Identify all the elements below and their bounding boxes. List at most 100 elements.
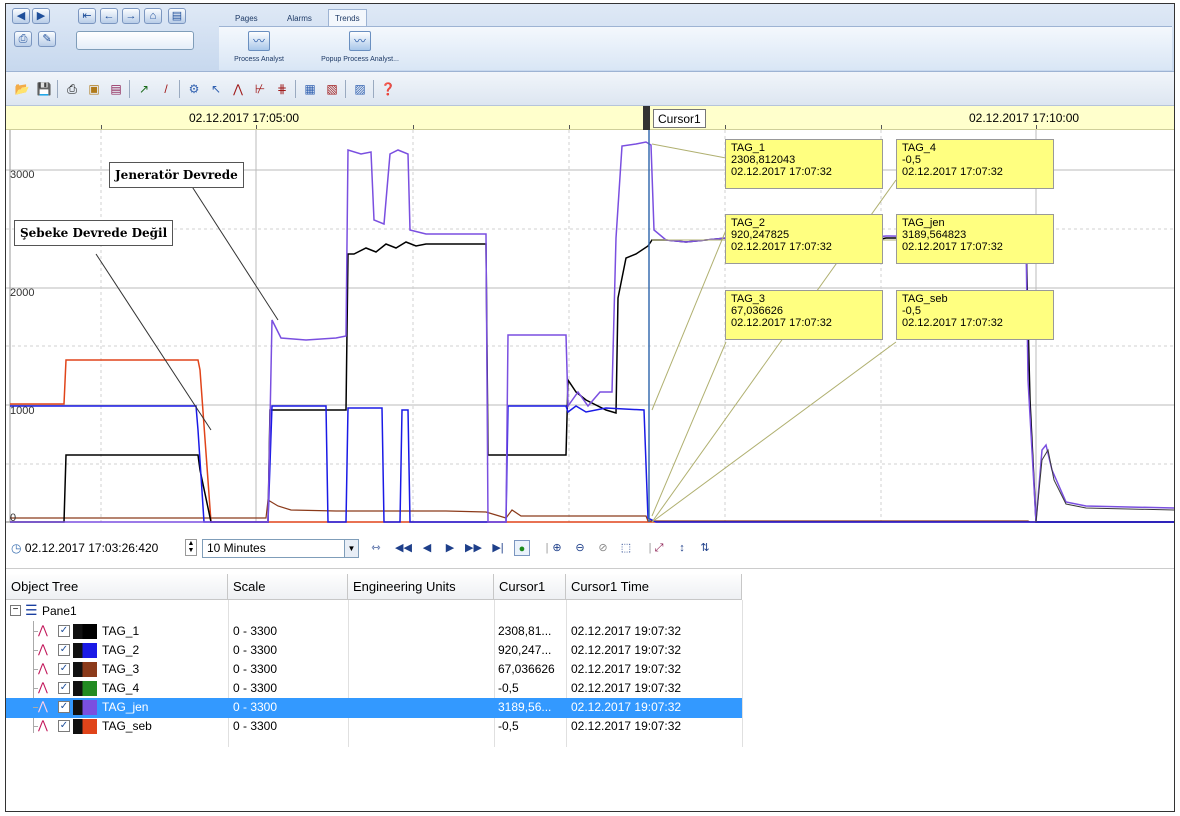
cursor-value-box-tag-1: TAG_1 2308,812043 02.12.2017 17:07:32 (725, 139, 883, 189)
step-backward-icon[interactable]: ◀ (419, 540, 435, 556)
table-row[interactable]: ⋀ ✓ TAG_seb 0 - 3300 -0,5 02.12.2017 19:07:32 (6, 717, 742, 737)
tab-trends[interactable]: Trends (328, 9, 367, 27)
remove-pen-icon[interactable]: / (157, 80, 175, 98)
step-forward-icon[interactable]: ▶ (442, 540, 458, 556)
start-time[interactable]: ◷ 02.12.2017 17:03:26:420 (11, 541, 158, 555)
column-header-engineering-units[interactable]: Engineering Units (348, 574, 494, 600)
tab-pages[interactable]: Pages (229, 12, 264, 25)
pen-scale: 0 - 3300 (233, 662, 278, 676)
pen-color-swatch[interactable] (73, 624, 97, 639)
autoscale-icon[interactable]: ⤢ (651, 540, 667, 556)
pane-add-icon[interactable]: ▦ (301, 80, 319, 98)
properties-icon[interactable]: ▨ (351, 80, 369, 98)
pen-cursor-icon[interactable]: ⊬ (251, 80, 269, 98)
vertical-scale-icon[interactable]: ↕ (674, 540, 690, 556)
pen-visible-checkbox[interactable]: ✓ (58, 682, 70, 694)
annotation-jenerator: Jeneratör Devrede (109, 162, 244, 188)
toolbar: 📂 💾 ⎙ ▣ ▤ ↗ / ⚙ ↖ ⋀ ⊬ ⋕ ▦ ▧ ▨ ❓ (6, 72, 1174, 106)
pen-select-icon[interactable]: ↖ (207, 80, 225, 98)
tree-connector (33, 707, 38, 708)
fast-forward-icon[interactable]: ▶▶ (465, 540, 482, 556)
time-span-select[interactable]: 10 Minutes ▼ (202, 539, 359, 558)
zoom-in-icon[interactable]: ⊕ (549, 540, 565, 556)
pen-cursor-value: 920,247... (498, 643, 552, 657)
pen-color-swatch[interactable] (73, 643, 97, 658)
table-row[interactable]: ⋀ ✓ TAG_2 0 - 3300 920,247... 02.12.2017 19:0… (6, 641, 742, 661)
pen-visible-checkbox[interactable]: ✓ (58, 701, 70, 713)
column-header-cursor1-time[interactable]: Cursor1 Time (566, 574, 742, 600)
pen-properties-icon[interactable]: ⚙ (185, 80, 203, 98)
pen-cursor-time: 02.12.2017 19:07:32 (571, 643, 682, 657)
open-icon[interactable]: 📂 (13, 80, 31, 98)
annotation-jenerator-text: Jeneratör Devrede (115, 168, 238, 182)
home-icon[interactable]: ⌂ (144, 8, 162, 24)
export-icon[interactable]: ▤ (107, 80, 125, 98)
zoom-reset-icon[interactable]: ⊘ (595, 540, 611, 556)
pen-stack-icon[interactable]: ⋀ (229, 80, 247, 98)
print-icon[interactable]: ⎙ (63, 80, 81, 98)
go-to-end-icon[interactable]: ▶| (490, 540, 506, 556)
pen-align-icon[interactable]: ⋕ (273, 80, 291, 98)
cursor-box-time: 02.12.2017 17:07:32 (731, 166, 832, 178)
pen-color-swatch[interactable] (73, 700, 97, 715)
copy-icon[interactable]: ▣ (85, 80, 103, 98)
column-header-cursor1[interactable]: Cursor1 (494, 574, 566, 600)
fast-backward-icon[interactable]: ◀◀ (395, 540, 412, 556)
cursor-handle[interactable] (643, 106, 650, 130)
pen-cursor-value: 67,036626 (498, 662, 555, 676)
login-icon[interactable]: ✎ (38, 31, 56, 47)
cursor-box-time: 02.12.2017 17:07:32 (902, 317, 1003, 329)
pane-label: Pane1 (42, 604, 77, 618)
start-time-spinner[interactable]: ▲ ▼ (185, 539, 197, 556)
cursor-value-box-tag-4: TAG_4 -0,5 02.12.2017 17:07:32 (896, 139, 1054, 189)
annotation-sebeke: Şebeke Devrede Değil (14, 220, 174, 246)
table-row[interactable]: ⋀ ✓ TAG_1 0 - 3300 2308,81... 02.12.2017 19:0… (6, 622, 742, 642)
pen-visible-checkbox[interactable]: ✓ (58, 625, 70, 637)
trend-plot[interactable]: 3000 2000 1000 0 Jeneratör Devrede Şebek… (6, 130, 1174, 527)
page-menu-icon[interactable]: ▤ (168, 8, 186, 24)
save-icon[interactable]: 💾 (35, 80, 53, 98)
time-tick (725, 125, 726, 129)
add-pen-icon[interactable]: ↗ (135, 80, 153, 98)
tree-row-pane[interactable]: − ☰ Pane1 (6, 602, 742, 622)
help-icon[interactable]: ❓ (379, 80, 397, 98)
toolbar-separator (129, 80, 130, 98)
leader-tag-seb (651, 341, 897, 523)
back-icon[interactable]: ◀ (12, 8, 30, 24)
print-icon[interactable]: ⎙ (14, 31, 32, 47)
column-header-label: Object Tree (11, 579, 79, 594)
pen-visible-checkbox[interactable]: ✓ (58, 663, 70, 675)
column-divider (742, 600, 743, 747)
forward-icon[interactable]: ▶ (32, 8, 50, 24)
nav-first-icon[interactable]: ⇤ (78, 8, 96, 24)
realtime-icon[interactable]: ● (514, 540, 530, 556)
column-header-object-tree[interactable]: Object Tree (6, 574, 228, 600)
pen-color-swatch[interactable] (73, 719, 97, 734)
address-combo[interactable] (76, 31, 194, 50)
table-row[interactable]: ⋀ ✓ TAG_3 0 - 3300 67,036626 02.12.2017 19:07… (6, 660, 742, 680)
toolbar-separator (57, 80, 58, 98)
nav-prev-icon[interactable]: ← (100, 8, 118, 24)
popup-process-analyst-button[interactable]: 〰 Popup Process Analyst... (314, 31, 406, 63)
pen-scale: 0 - 3300 (233, 643, 278, 657)
pen-visible-checkbox[interactable]: ✓ (58, 720, 70, 732)
pen-visible-checkbox[interactable]: ✓ (58, 644, 70, 656)
tab-alarms[interactable]: Alarms (281, 12, 318, 25)
clock-icon: ◷ (11, 541, 22, 555)
table-row[interactable]: ⋀ ✓ TAG_4 0 - 3300 -0,5 02.12.2017 19:07:32 (6, 679, 742, 699)
column-header-scale[interactable]: Scale (228, 574, 348, 600)
fit-time-icon[interactable]: ⇿ (368, 540, 384, 556)
y-tick-3000: 3000 (10, 169, 35, 181)
collapse-icon[interactable]: − (10, 605, 21, 616)
zoom-out-icon[interactable]: ⊖ (572, 540, 588, 556)
pane-remove-icon[interactable]: ▧ (323, 80, 341, 98)
pen-color-swatch[interactable] (73, 681, 97, 696)
table-row[interactable]: ⋀ ✓ TAG_jen 0 - 3300 3189,56... 02.12.2017 19… (6, 698, 742, 718)
process-analyst-button[interactable]: 〰 Process Analyst (229, 31, 289, 63)
cursor-box-value: -0,5 (902, 305, 921, 317)
scale-all-icon[interactable]: ⇅ (697, 540, 713, 556)
pen-color-swatch[interactable] (73, 662, 97, 677)
zoom-box-icon[interactable]: ⬚ (618, 540, 634, 556)
ribbon-panel: 〰 Process Analyst 〰 Popup Process Analys… (219, 26, 1172, 70)
nav-next-icon[interactable]: → (122, 8, 140, 24)
